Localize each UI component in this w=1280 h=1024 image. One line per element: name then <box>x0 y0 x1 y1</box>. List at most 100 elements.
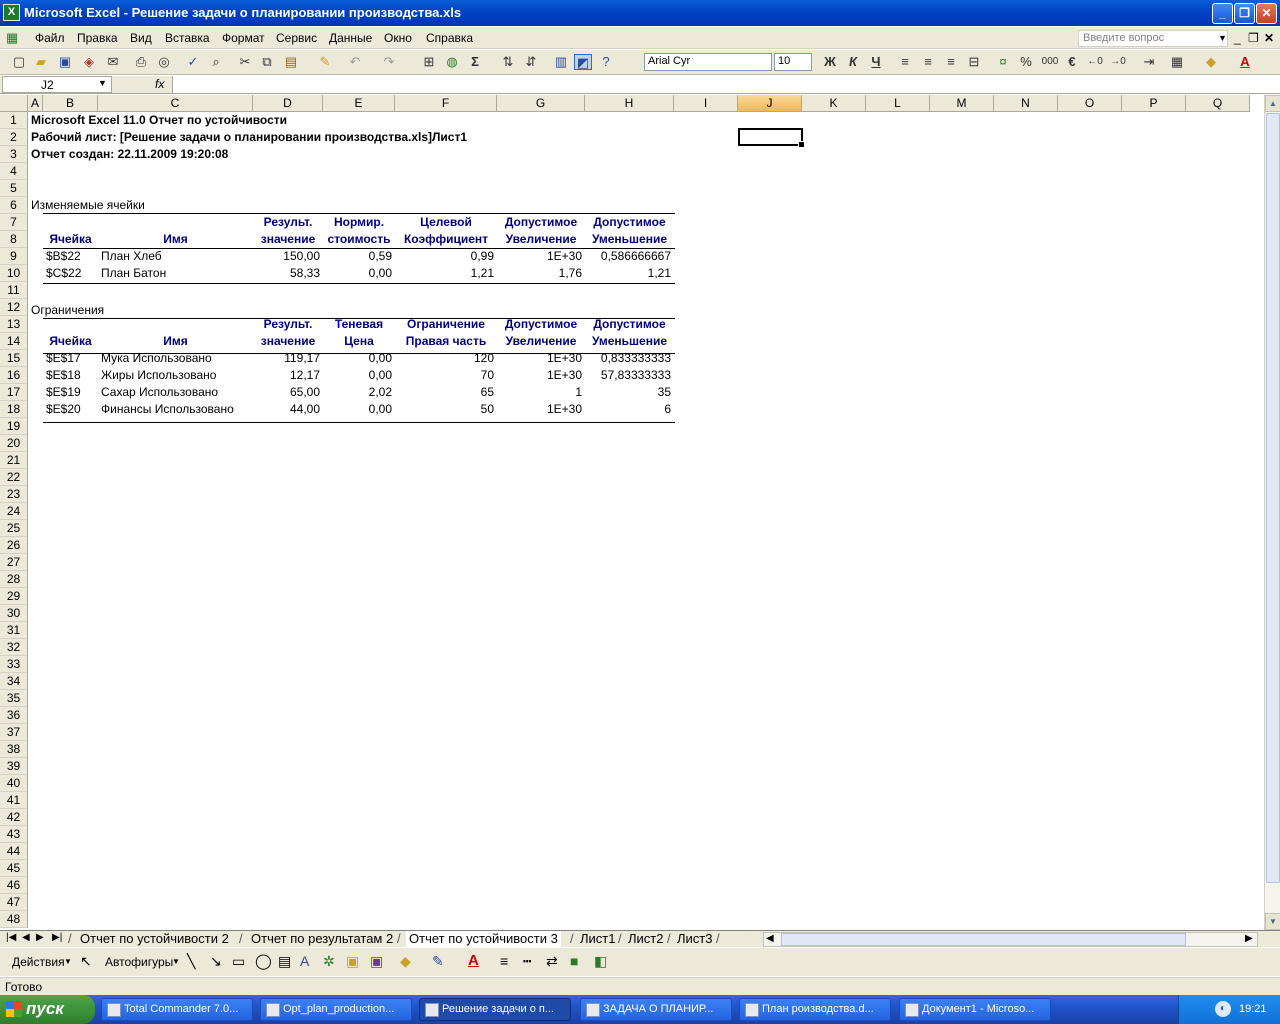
menu-format[interactable]: Формат <box>222 31 265 45</box>
table-cell[interactable]: 1 <box>500 384 582 401</box>
row-header[interactable]: 13 <box>0 316 28 333</box>
save-icon[interactable]: ▣ <box>56 54 74 70</box>
underline-button[interactable]: Ч <box>867 54 885 70</box>
row-header[interactable]: 7 <box>0 214 28 231</box>
table-header-cell[interactable]: Коэффициент <box>398 231 494 248</box>
decrease-decimal-icon[interactable]: →0 <box>1109 54 1127 70</box>
spelling-icon[interactable]: ✓ <box>184 54 202 70</box>
undo-icon[interactable]: ↶ <box>346 54 364 70</box>
table-cell[interactable]: 0,00 <box>326 401 392 418</box>
menu-data[interactable]: Данные <box>329 31 372 45</box>
euro-button[interactable]: € <box>1063 54 1081 70</box>
oval-icon[interactable]: ◯ <box>255 952 272 970</box>
horizontal-scrollbar[interactable]: ◀ ▶ <box>763 932 1258 947</box>
drawing-toggle-icon[interactable]: ◩ <box>574 54 592 70</box>
taskbar-item-active[interactable]: Решение задачи о п... <box>419 998 571 1021</box>
table-header-cell[interactable]: Уменьшение <box>588 231 671 248</box>
table-cell[interactable]: План Батон <box>101 265 250 282</box>
menu-file[interactable]: Файл <box>35 31 65 45</box>
indent-icon[interactable]: ⇥ <box>1140 54 1158 70</box>
autoshapes-menu[interactable]: Автофигуры <box>105 955 173 969</box>
tray-icon[interactable]: ◐ <box>1215 1001 1231 1017</box>
column-header-d[interactable]: D <box>253 95 323 112</box>
table-cell[interactable]: 57,83333333 <box>588 367 671 384</box>
table-header-cell[interactable]: Допустимое <box>588 214 671 231</box>
last-sheet-icon[interactable]: ▶| <box>52 932 62 943</box>
table-cell[interactable]: 0,00 <box>326 367 392 384</box>
picture-icon[interactable]: ▣ <box>370 953 383 970</box>
table-cell[interactable]: 150,00 <box>256 248 320 265</box>
currency-icon[interactable]: ¤ <box>994 54 1012 70</box>
table-cell[interactable]: 65,00 <box>256 384 320 401</box>
redo-icon[interactable]: ↷ <box>380 54 398 70</box>
column-header-q[interactable]: Q <box>1186 95 1250 112</box>
taskbar-item[interactable]: Документ1 - Microso... <box>899 998 1051 1021</box>
vertical-scrollbar[interactable]: ▲ ▼ <box>1264 95 1280 930</box>
row-header[interactable]: 45 <box>0 860 28 877</box>
menu-window[interactable]: Окно <box>384 31 412 45</box>
row-header[interactable]: 35 <box>0 690 28 707</box>
draw-actions-menu[interactable]: Действия <box>12 955 65 969</box>
table-cell[interactable]: 6 <box>588 401 671 418</box>
3d-style-icon[interactable]: ◧ <box>594 953 607 970</box>
row-header[interactable]: 31 <box>0 622 28 639</box>
help-search-input[interactable]: Введите вопрос <box>1078 30 1228 47</box>
tab-sheet[interactable]: Лист3 <box>674 931 715 947</box>
table-header-cell[interactable]: Правая часть <box>398 333 494 350</box>
row-header[interactable]: 10 <box>0 265 28 282</box>
table-cell[interactable]: 1E+30 <box>500 401 582 418</box>
active-cell-j2[interactable] <box>738 128 805 148</box>
horizontal-scroll-thumb[interactable] <box>781 933 1186 946</box>
table-cell[interactable]: 1,21 <box>398 265 494 282</box>
taskbar-item[interactable]: Opt_plan_production... <box>260 998 412 1021</box>
row-header[interactable]: 36 <box>0 707 28 724</box>
table-cell[interactable]: 1,76 <box>500 265 582 282</box>
table-header-cell[interactable]: Уменьшение <box>588 333 671 350</box>
doc-minimize-button[interactable]: _ <box>1234 31 1241 45</box>
open-icon[interactable]: ▰ <box>32 54 50 70</box>
dash-style-icon[interactable]: ┅ <box>523 953 531 970</box>
row-header[interactable]: 41 <box>0 792 28 809</box>
table-cell[interactable]: 35 <box>588 384 671 401</box>
row-header[interactable]: 32 <box>0 639 28 656</box>
row-header[interactable]: 46 <box>0 877 28 894</box>
table-header-cell[interactable] <box>46 214 95 231</box>
sort-desc-icon[interactable]: ⇵ <box>522 54 540 70</box>
row-header[interactable]: 28 <box>0 571 28 588</box>
maximize-button[interactable]: ❐ <box>1234 3 1255 24</box>
row-header[interactable]: 11 <box>0 282 28 299</box>
column-header-h[interactable]: H <box>585 95 674 112</box>
column-header-f[interactable]: F <box>395 95 497 112</box>
autosum-icon[interactable]: Σ <box>466 54 484 70</box>
bold-button[interactable]: Ж <box>821 54 839 70</box>
row-header[interactable]: 9 <box>0 248 28 265</box>
table-header-cell[interactable]: Увеличение <box>500 333 582 350</box>
table-cell[interactable]: 0,00 <box>326 265 392 282</box>
align-center-icon[interactable]: ≡ <box>919 54 937 70</box>
print-icon[interactable]: ⎙ <box>132 54 150 70</box>
table-header-cell[interactable]: Нормир. <box>326 214 392 231</box>
table-cell[interactable]: 58,33 <box>256 265 320 282</box>
column-header-g[interactable]: G <box>497 95 585 112</box>
row-header[interactable]: 29 <box>0 588 28 605</box>
table-header-cell[interactable]: значение <box>256 231 320 248</box>
table-cell[interactable]: План Хлеб <box>101 248 250 265</box>
column-header-o[interactable]: O <box>1058 95 1122 112</box>
row-header[interactable]: 12 <box>0 299 28 316</box>
table-cell[interactable]: Финансы Использовано <box>101 401 250 418</box>
row-header[interactable]: 39 <box>0 758 28 775</box>
table-cell[interactable]: $C$22 <box>46 265 95 282</box>
table-cell[interactable]: 2,02 <box>326 384 392 401</box>
row-header[interactable]: 43 <box>0 826 28 843</box>
prev-sheet-icon[interactable]: ◀ <box>22 932 30 943</box>
name-box[interactable]: J2 <box>2 76 112 93</box>
table-header-cell[interactable]: Имя <box>101 231 250 248</box>
minimize-button[interactable]: _ <box>1212 3 1233 24</box>
diagram-icon[interactable]: ✲ <box>323 953 335 970</box>
borders-icon[interactable]: ▦ <box>1168 54 1186 70</box>
row-header[interactable]: 21 <box>0 452 28 469</box>
print-preview-icon[interactable]: ◎ <box>155 54 173 70</box>
column-header-n[interactable]: N <box>994 95 1058 112</box>
table-cell[interactable]: 0,99 <box>398 248 494 265</box>
draw-actions-dropdown-icon[interactable]: ▼ <box>64 957 72 966</box>
